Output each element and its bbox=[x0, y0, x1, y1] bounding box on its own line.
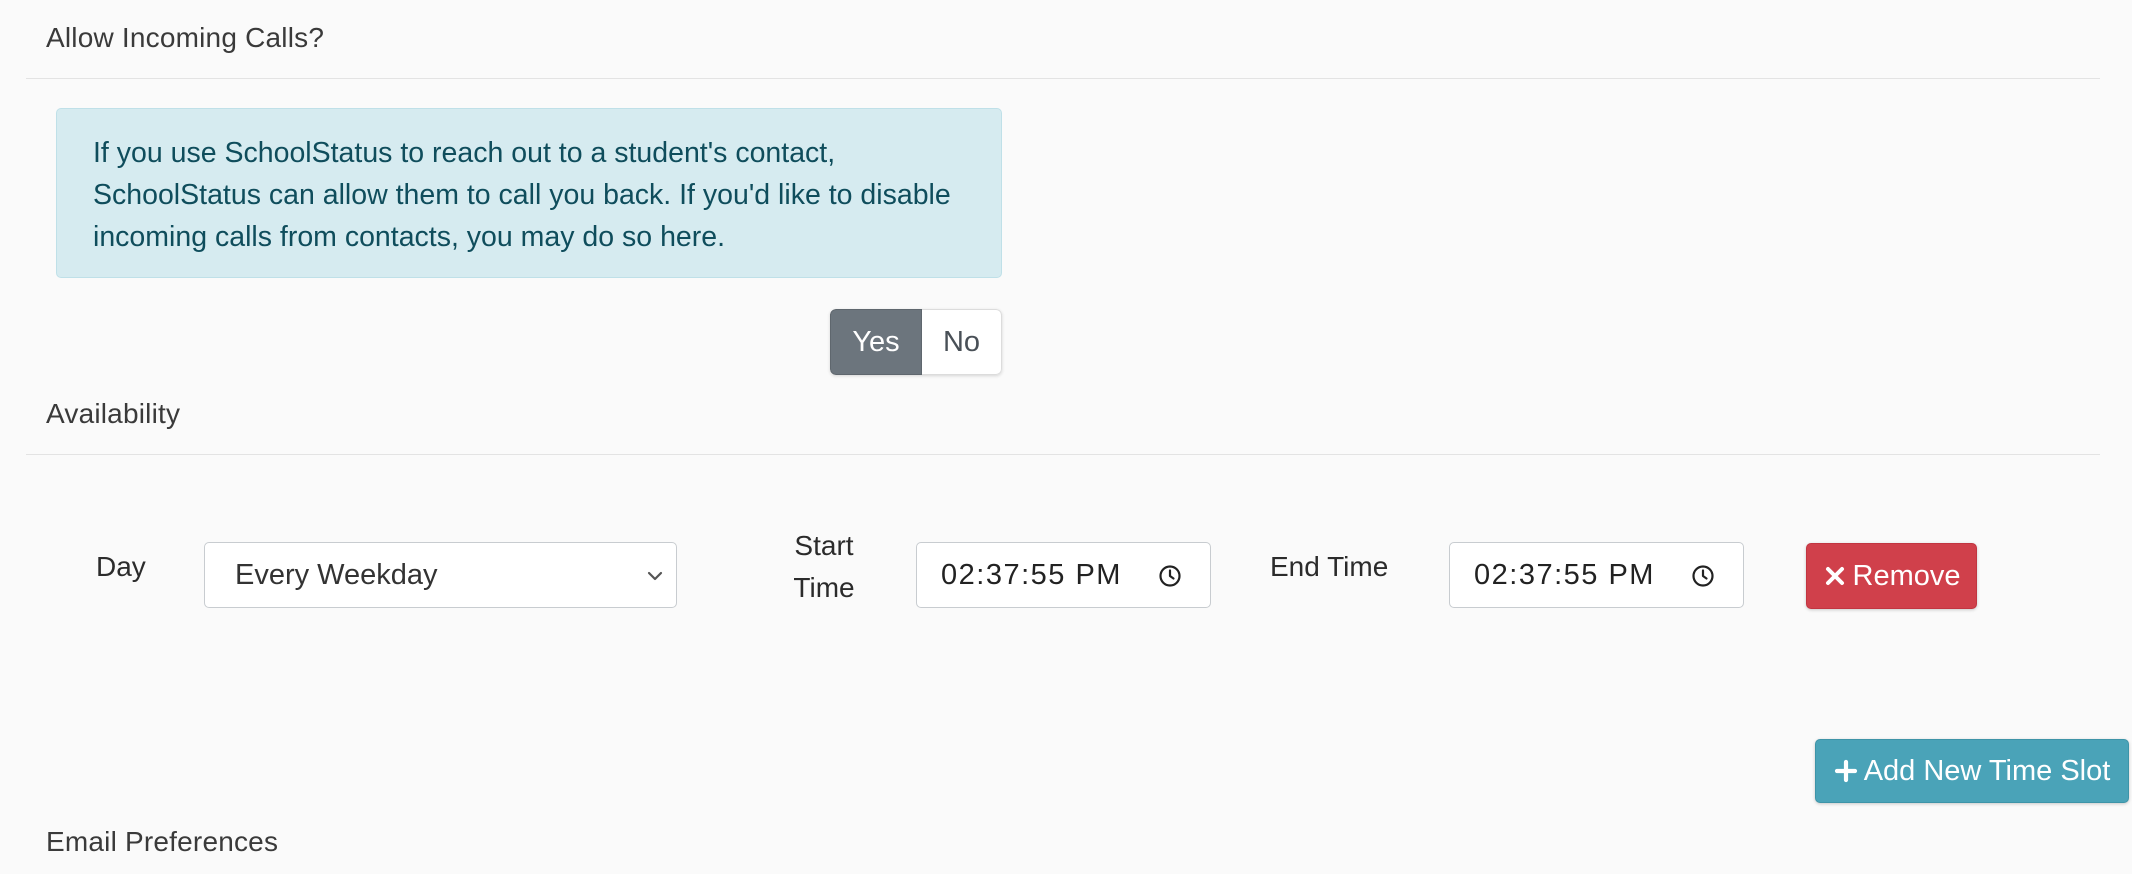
start-time-value: 02:37:55 PM bbox=[941, 558, 1122, 591]
email-preferences-heading: Email Preferences bbox=[46, 826, 279, 857]
day-select-value: Every Weekday bbox=[235, 558, 438, 591]
chevron-down-icon bbox=[647, 571, 663, 581]
start-time-input[interactable]: 02:37:55 PM bbox=[916, 542, 1211, 608]
add-button-label: Add New Time Slot bbox=[1863, 754, 2111, 787]
toggle-no-button[interactable]: No bbox=[922, 309, 1002, 375]
toggle-no-label: No bbox=[942, 325, 981, 358]
incoming-calls-heading: Allow Incoming Calls? bbox=[46, 22, 325, 53]
section-divider bbox=[26, 454, 2100, 455]
incoming-calls-info-alert: If you use SchoolStatus to reach out to … bbox=[56, 108, 1002, 278]
toggle-yes-button[interactable]: Yes bbox=[830, 309, 922, 375]
remove-button-label: Remove bbox=[1852, 559, 1961, 592]
incoming-calls-toggle: Yes No bbox=[830, 309, 1002, 375]
section-divider bbox=[26, 78, 2100, 79]
incoming-calls-info-text: If you use SchoolStatus to reach out to … bbox=[93, 137, 951, 253]
toggle-yes-label: Yes bbox=[852, 325, 900, 358]
add-time-slot-button[interactable]: Add New Time Slot bbox=[1815, 739, 2129, 803]
day-label: Day bbox=[96, 551, 146, 582]
availability-heading: Availability bbox=[46, 398, 181, 429]
clock-icon[interactable] bbox=[1691, 564, 1715, 588]
day-select[interactable]: Every Weekday bbox=[204, 542, 677, 608]
close-icon bbox=[1825, 567, 1844, 585]
end-time-label: End Time bbox=[1270, 551, 1389, 582]
end-time-input[interactable]: 02:37:55 PM bbox=[1449, 542, 1744, 608]
remove-time-slot-button[interactable]: Remove bbox=[1806, 543, 1977, 609]
start-time-label: Start Time bbox=[782, 525, 866, 609]
end-time-value: 02:37:55 PM bbox=[1474, 558, 1655, 591]
start-time-label-line1: Start bbox=[794, 530, 854, 561]
plus-icon bbox=[1834, 759, 1857, 783]
start-time-label-line2: Time bbox=[793, 572, 855, 603]
clock-icon[interactable] bbox=[1158, 564, 1182, 588]
